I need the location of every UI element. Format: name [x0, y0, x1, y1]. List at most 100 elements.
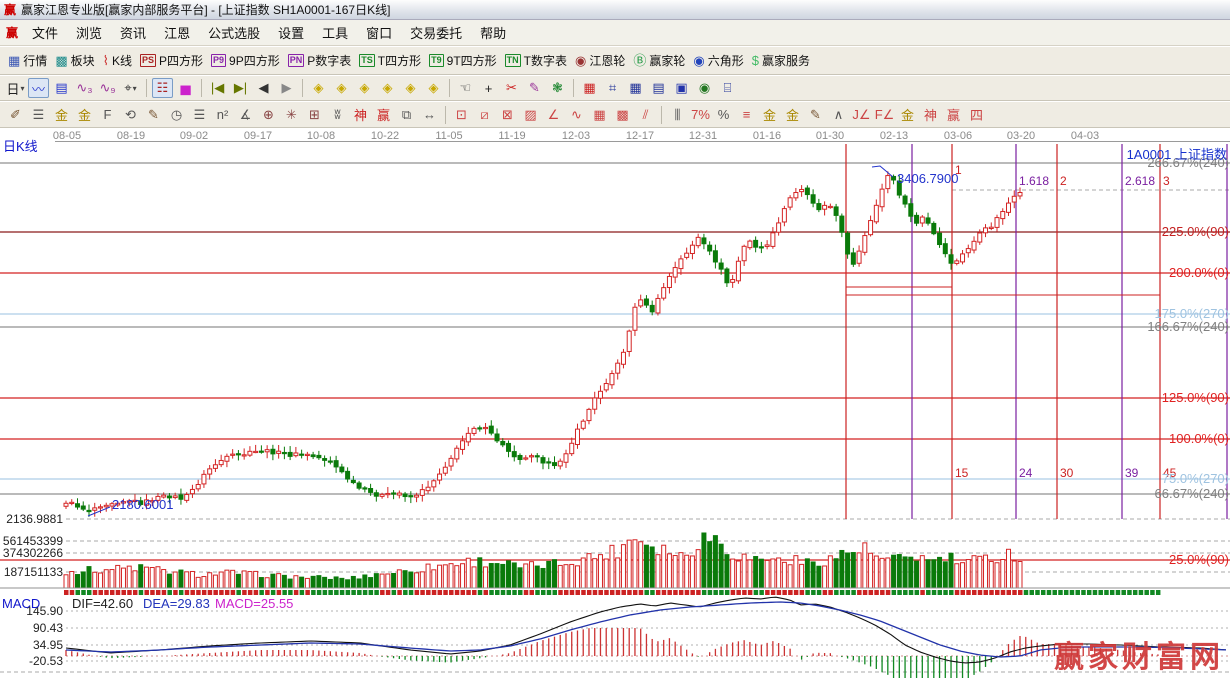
winner-wheel-button[interactable]: Ⓑ赢家轮: [633, 52, 685, 69]
calendar-button[interactable]: ▦: [579, 78, 600, 98]
last-page-button[interactable]: ▶|: [230, 78, 251, 98]
fibo-grid-tool[interactable]: F: [97, 105, 118, 125]
sectors-button[interactable]: ▩板块: [55, 52, 94, 69]
crosshair-button[interactable]: +: [478, 78, 499, 98]
gann-shape-button[interactable]: ☷: [152, 78, 173, 98]
angle-ruler-tool[interactable]: ∡: [235, 105, 256, 125]
draw-compass-tool[interactable]: ✐: [5, 105, 26, 125]
cut-tool-button[interactable]: ✂: [501, 78, 522, 98]
menu-item[interactable]: 交易委托: [401, 20, 471, 45]
menu-item[interactable]: 文件: [23, 20, 67, 45]
percent-tool[interactable]: %: [713, 105, 734, 125]
draw-pen-tool[interactable]: ✎: [143, 105, 164, 125]
angle-fan-tool[interactable]: ∠: [543, 105, 564, 125]
t-square-button[interactable]: TST四方形: [359, 52, 421, 69]
menu-item[interactable]: 工具: [313, 20, 357, 45]
grid-123-tool[interactable]: ⧉: [396, 105, 417, 125]
volume-bar: [351, 576, 355, 588]
trend-ribbon-tick: [719, 590, 724, 595]
trend-ribbon-tick: [432, 590, 437, 595]
diamond-right-button[interactable]: ◈: [331, 78, 352, 98]
menu-item[interactable]: 帮助: [471, 20, 515, 45]
menu-item[interactable]: 公式选股: [199, 20, 269, 45]
si-angle-tool[interactable]: 四: [966, 105, 987, 125]
menu-item[interactable]: 窗口: [357, 20, 401, 45]
p-square-button[interactable]: PSP四方形: [140, 52, 203, 69]
zigzag-tool[interactable]: ∿: [566, 105, 587, 125]
diamond-all-button[interactable]: ◈: [423, 78, 444, 98]
menu-item[interactable]: 设置: [269, 20, 313, 45]
wave-mark-tool[interactable]: ʬ: [327, 105, 348, 125]
diamond-vertical-button[interactable]: ◈: [400, 78, 421, 98]
price-grid-tool[interactable]: ▦: [589, 105, 610, 125]
diamond-compress-button[interactable]: ◈: [377, 78, 398, 98]
wave-count-3-button[interactable]: ∿₃: [74, 78, 95, 98]
save-button[interactable]: ▣: [671, 78, 692, 98]
info-list-button[interactable]: ▤: [51, 78, 72, 98]
time-circle-tool[interactable]: ◷: [166, 105, 187, 125]
n-square-tool[interactable]: n²: [212, 105, 233, 125]
box-grid-tool[interactable]: ▨: [520, 105, 541, 125]
gold-angle-tool[interactable]: 金: [897, 105, 918, 125]
t-table-button[interactable]: TNT数字表: [505, 52, 567, 69]
data-table-button[interactable]: ▦: [625, 78, 646, 98]
period-day-button[interactable]: 日: [5, 78, 26, 98]
calculator-button[interactable]: ⌗: [602, 78, 623, 98]
next-page-button[interactable]: ▶: [276, 78, 297, 98]
parallel-lines-tool[interactable]: ⫽: [635, 105, 656, 125]
rect-box-tool[interactable]: ⊡: [451, 105, 472, 125]
square-target-tool[interactable]: ⊞: [304, 105, 325, 125]
gold-line-tool[interactable]: 金: [782, 105, 803, 125]
save-pc-button[interactable]: ⌸: [717, 78, 738, 98]
drag-hand-button[interactable]: ☜: [455, 78, 476, 98]
first-page-button[interactable]: |◀: [207, 78, 228, 98]
prev-page-button[interactable]: ◀: [253, 78, 274, 98]
menu-item[interactable]: 资讯: [111, 20, 155, 45]
smart-tool-button[interactable]: ❃: [547, 78, 568, 98]
h-measure-tool[interactable]: ↔: [419, 105, 440, 125]
gold-circle-tool[interactable]: 金: [759, 105, 780, 125]
diamond-left-button[interactable]: ◈: [308, 78, 329, 98]
p-table-button[interactable]: PNP数字表: [288, 52, 352, 69]
color-histogram-button[interactable]: ▅: [175, 78, 196, 98]
wheel-small-tool[interactable]: ✳: [281, 105, 302, 125]
edit-mark-button[interactable]: ✎: [524, 78, 545, 98]
price-grid-2-tool[interactable]: ▩: [612, 105, 633, 125]
box-fan-tool[interactable]: ⊠: [497, 105, 518, 125]
gann-wheel-button[interactable]: ◉江恩轮: [575, 52, 625, 69]
gann-lines-2-tool[interactable]: ☰: [189, 105, 210, 125]
percent-7-tool[interactable]: 7%: [690, 105, 711, 125]
a-wave-tool[interactable]: ∧: [828, 105, 849, 125]
percent-lines-tool[interactable]: ≡: [736, 105, 757, 125]
quote-report-button[interactable]: ▤: [648, 78, 669, 98]
ruler-bars-tool[interactable]: ⫼: [667, 105, 688, 125]
kline-button[interactable]: ⌇K线: [103, 52, 132, 69]
j-angle-tool[interactable]: J∠: [851, 105, 872, 125]
9p-square-button[interactable]: P99P四方形: [211, 52, 280, 69]
region-zoom-button[interactable]: 〰: [28, 78, 49, 98]
winner-service-button[interactable]: $赢家服务: [752, 52, 810, 69]
pin-tool-button[interactable]: ⌖: [120, 78, 141, 98]
circle-cross-tool[interactable]: ⊕: [258, 105, 279, 125]
ying-angle-tool[interactable]: 赢: [943, 105, 964, 125]
quotes-button[interactable]: ▦行情: [8, 52, 47, 69]
gold-grid-1-tool[interactable]: 金: [51, 105, 72, 125]
menu-item[interactable]: 江恩: [155, 20, 199, 45]
diamond-expand-button[interactable]: ◈: [354, 78, 375, 98]
wave-count-9-button[interactable]: ∿₉: [97, 78, 118, 98]
shen-tool-tool[interactable]: 神: [350, 105, 371, 125]
f-angle-tool[interactable]: F∠: [874, 105, 895, 125]
fan-lines-tool[interactable]: ⧄: [474, 105, 495, 125]
child-window-icon[interactable]: 赢: [6, 26, 18, 40]
hexagon-button[interactable]: ◉六角形: [693, 52, 743, 69]
gann-lines-tool[interactable]: ☰: [28, 105, 49, 125]
menu-item[interactable]: 浏览: [67, 20, 111, 45]
save-net-button[interactable]: ◉: [694, 78, 715, 98]
gold-grid-2-tool[interactable]: 金: [74, 105, 95, 125]
shen-angle-tool[interactable]: 神: [920, 105, 941, 125]
9t-square-button[interactable]: T99T四方形: [429, 52, 497, 69]
ying-tool-tool[interactable]: 赢: [373, 105, 394, 125]
brush-tool[interactable]: ✎: [805, 105, 826, 125]
p-square-label: P四方形: [159, 52, 203, 69]
spiral-tool[interactable]: ⟲: [120, 105, 141, 125]
